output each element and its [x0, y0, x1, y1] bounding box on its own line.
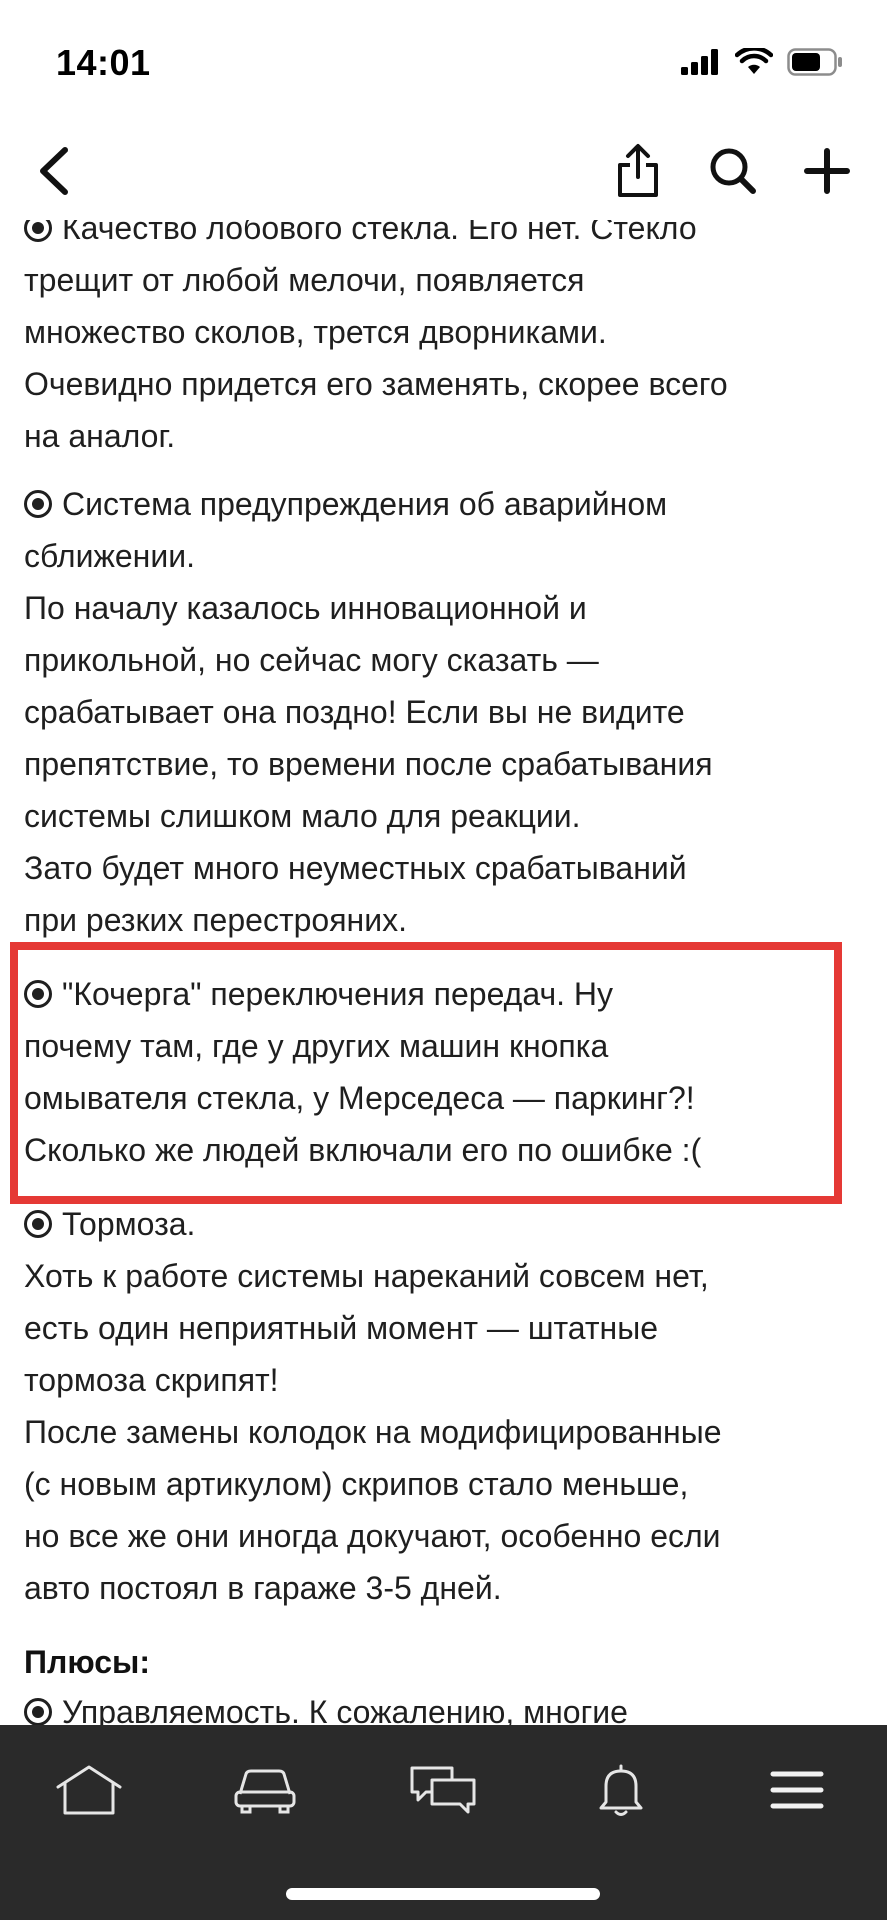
- bell-icon: [599, 1764, 643, 1816]
- text-line: но все же они иногда докучают, особенно …: [24, 1518, 721, 1554]
- paragraph-gear-lever: "Кочерга" переключения передач. Ну почем…: [24, 968, 869, 1176]
- chat-icon: [410, 1766, 476, 1814]
- home-indicator: [286, 1888, 600, 1900]
- cellular-signal-icon: [681, 49, 718, 75]
- bullet-icon: [24, 980, 52, 1008]
- tab-garage[interactable]: [220, 1755, 310, 1825]
- chevron-left-icon: [40, 147, 68, 195]
- home-icon: [56, 1765, 122, 1815]
- status-time: 14:01: [56, 42, 151, 83]
- text-line: прикольной, но сейчас могу сказать —: [24, 642, 599, 678]
- bullet-icon: [24, 1698, 52, 1725]
- text-line: почему там, где у других машин кнопка: [24, 1028, 609, 1064]
- text-line: Управляемость. К сожалению, многие: [24, 1686, 869, 1725]
- paragraph-collision-warning: Система предупреждения об аварийном сбли…: [24, 478, 869, 946]
- share-button[interactable]: [607, 140, 669, 202]
- text-line: системы слишком мало для реакции.: [24, 798, 581, 834]
- screen: Качество лобового стекла. Его нет. Стекл…: [0, 0, 887, 1920]
- share-icon: [618, 144, 658, 197]
- pros-title: Плюсы:: [24, 1644, 151, 1680]
- article-content[interactable]: Качество лобового стекла. Его нет. Стекл…: [0, 0, 887, 1725]
- wifi-icon: [735, 48, 773, 74]
- text-line: трещит от любой мелочи, появляется: [24, 262, 585, 298]
- text-line: Система предупреждения об аварийном: [24, 478, 869, 530]
- tab-home[interactable]: [44, 1755, 134, 1825]
- status-icons: [681, 48, 843, 76]
- text-line: Хоть к работе системы нареканий совсем н…: [24, 1258, 709, 1294]
- plus-icon: [804, 148, 850, 194]
- text-line: По началу казалось инновационной и: [24, 590, 587, 626]
- text-line: омывателя стекла, у Мерседеса — паркинг?…: [24, 1080, 695, 1116]
- paragraph-brakes: Тормоза. Хоть к работе системы нареканий…: [24, 1198, 869, 1614]
- text-line: на аналог.: [24, 418, 176, 454]
- text-line: (с новым артикулом) скрипов стало меньше…: [24, 1466, 689, 1502]
- text-line: препятствие, то времени после срабатыван…: [24, 746, 713, 782]
- status-bar: 14:01: [0, 0, 887, 120]
- text-line: множество сколов, трется дворниками.: [24, 314, 607, 350]
- text-line: авто постоял в гараже 3-5 дней.: [24, 1570, 502, 1606]
- text-line: сближении.: [24, 538, 195, 574]
- menu-icon: [770, 1771, 824, 1809]
- top-navigation: [0, 120, 887, 220]
- text-line: После замены колодок на модифицированные: [24, 1414, 722, 1450]
- text-line: Очевидно придется его заменять, скорее в…: [24, 366, 728, 402]
- add-button[interactable]: [796, 140, 858, 202]
- text-line: Зато будет много неуместных срабатываний: [24, 850, 687, 886]
- search-button[interactable]: [702, 140, 764, 202]
- text-line: "Кочерга" переключения передач. Ну: [24, 968, 869, 1020]
- bullet-icon: [24, 490, 52, 518]
- paragraph-windshield: Качество лобового стекла. Его нет. Стекл…: [24, 202, 869, 462]
- text-line: есть один неприятный момент — штатные: [24, 1310, 658, 1346]
- text-line: Тормоза.: [24, 1198, 869, 1250]
- text-line: Сколько же людей включали его по ошибке …: [24, 1132, 702, 1168]
- paragraph-handling: Управляемость. К сожалению, многие: [24, 1686, 869, 1725]
- text-line: срабатывает она поздно! Если вы не видит…: [24, 694, 685, 730]
- back-button[interactable]: [24, 140, 86, 202]
- text-line: при резких перестрояних.: [24, 902, 407, 938]
- text-line: тормоза скрипят!: [24, 1362, 279, 1398]
- battery-icon: [787, 48, 842, 76]
- search-icon: [710, 148, 756, 194]
- tab-notifications[interactable]: [576, 1755, 666, 1825]
- tab-messages[interactable]: [398, 1755, 488, 1825]
- bullet-icon: [24, 1210, 52, 1238]
- car-icon: [234, 1769, 296, 1814]
- tab-menu[interactable]: [752, 1755, 842, 1825]
